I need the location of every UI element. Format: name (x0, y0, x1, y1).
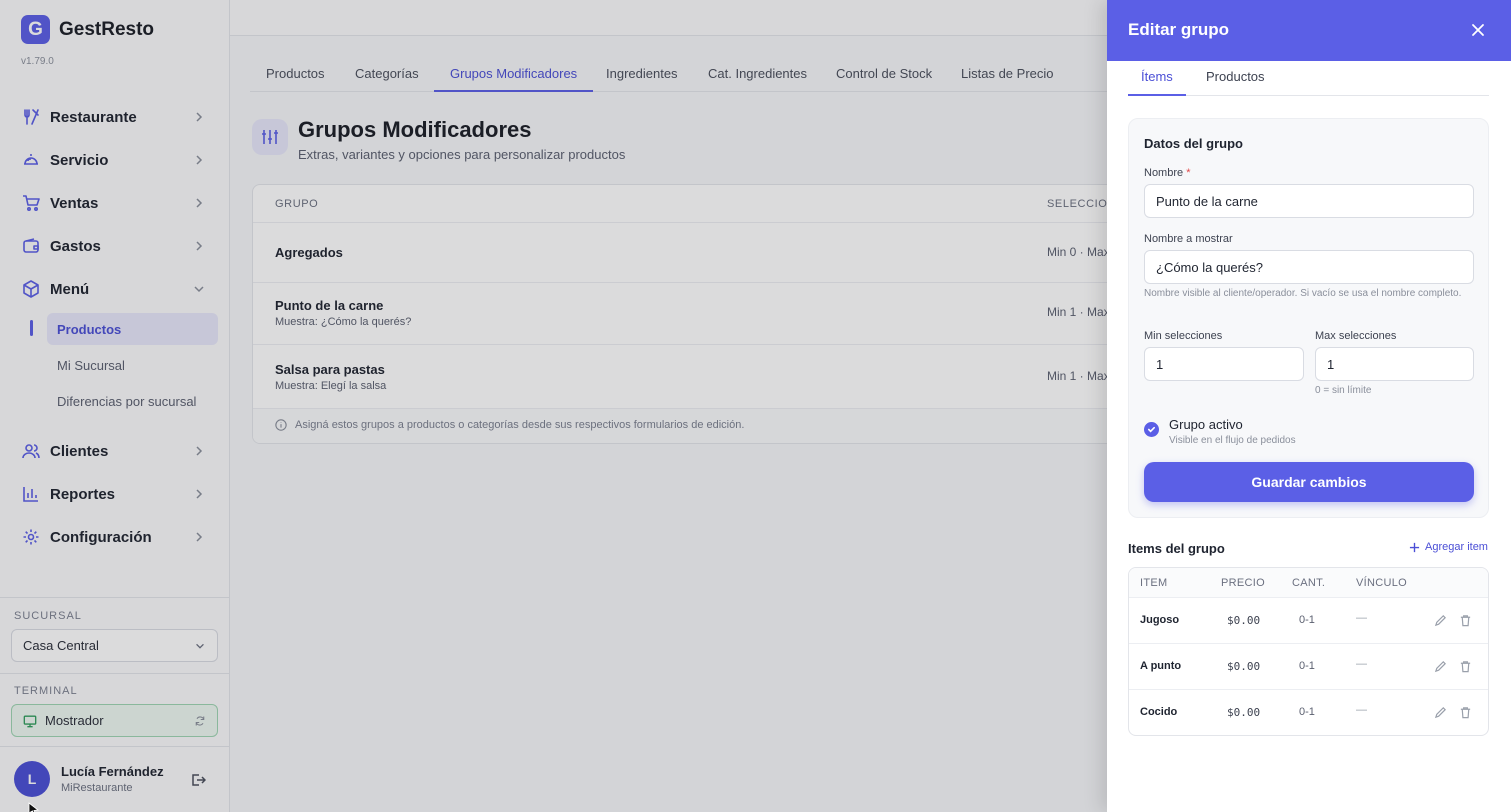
tab-items[interactable]: Ítems (1128, 61, 1186, 96)
max-selections-hint: 0 = sin límite (1315, 385, 1372, 396)
items-title: Items del grupo (1128, 541, 1225, 556)
item-name: A punto (1140, 660, 1182, 672)
max-selections-input[interactable]: 1 (1315, 347, 1474, 381)
col-item: ITEM (1140, 577, 1168, 589)
card-title: Datos del grupo (1144, 136, 1243, 151)
panel-tabs: Ítems Productos (1128, 61, 1489, 96)
table-row: Cocido $0.00 0-1 — (1129, 690, 1488, 735)
trash-icon[interactable] (1459, 660, 1472, 673)
item-price: $0.00 (1227, 614, 1261, 627)
active-label: Grupo activo (1169, 417, 1243, 432)
pencil-icon[interactable] (1434, 660, 1447, 673)
pencil-icon[interactable] (1434, 614, 1447, 627)
item-link: — (1356, 612, 1367, 624)
col-qty: CANT. (1292, 577, 1326, 589)
table-row: A punto $0.00 0-1 — (1129, 644, 1488, 690)
panel-header: Editar grupo (1107, 0, 1511, 61)
col-price: PRECIO (1221, 577, 1265, 589)
group-data-card: Datos del grupo Nombre * Punto de la car… (1128, 118, 1489, 518)
min-selections-label: Min selecciones (1144, 330, 1223, 342)
mouse-cursor-icon (28, 802, 40, 812)
max-selections-label: Max selecciones (1315, 330, 1397, 342)
panel-title: Editar grupo (1128, 20, 1230, 39)
close-icon[interactable] (1470, 22, 1486, 38)
item-qty: 0-1 (1299, 660, 1315, 672)
trash-icon[interactable] (1459, 706, 1472, 719)
item-name: Cocido (1140, 706, 1178, 718)
item-price: $0.00 (1227, 660, 1261, 673)
tab-productos[interactable]: Productos (1193, 61, 1278, 96)
items-table-header: ITEM PRECIO CANT. VÍNCULO (1129, 568, 1488, 598)
item-qty: 0-1 (1299, 614, 1315, 626)
display-name-hint: Nombre visible al cliente/operador. Si v… (1144, 288, 1462, 299)
table-row: Jugoso $0.00 0-1 — (1129, 598, 1488, 644)
items-table: ITEM PRECIO CANT. VÍNCULO Jugoso $0.00 0… (1128, 567, 1489, 736)
name-input[interactable]: Punto de la carne (1144, 184, 1474, 218)
min-selections-input[interactable]: 1 (1144, 347, 1304, 381)
plus-icon (1409, 542, 1420, 552)
check-icon (1147, 426, 1156, 433)
display-name-input[interactable]: ¿Cómo la querés? (1144, 250, 1474, 284)
name-label: Nombre * (1144, 167, 1190, 179)
display-name-label: Nombre a mostrar (1144, 233, 1233, 245)
active-checkbox[interactable] (1144, 422, 1159, 437)
active-sub: Visible en el flujo de pedidos (1169, 435, 1296, 446)
item-link: — (1356, 658, 1367, 670)
trash-icon[interactable] (1459, 614, 1472, 627)
col-link: VÍNCULO (1356, 577, 1407, 589)
item-link: — (1356, 704, 1367, 716)
pencil-icon[interactable] (1434, 706, 1447, 719)
add-item-button[interactable]: Agregar item (1409, 541, 1488, 553)
save-button[interactable]: Guardar cambios (1144, 462, 1474, 502)
item-price: $0.00 (1227, 706, 1261, 719)
required-marker: * (1186, 167, 1191, 179)
item-qty: 0-1 (1299, 706, 1315, 718)
name-label-text: Nombre (1144, 167, 1184, 179)
item-name: Jugoso (1140, 614, 1180, 626)
add-item-label: Agregar item (1425, 541, 1488, 553)
edit-group-panel: Editar grupo Ítems Productos Datos del g… (1107, 0, 1511, 812)
